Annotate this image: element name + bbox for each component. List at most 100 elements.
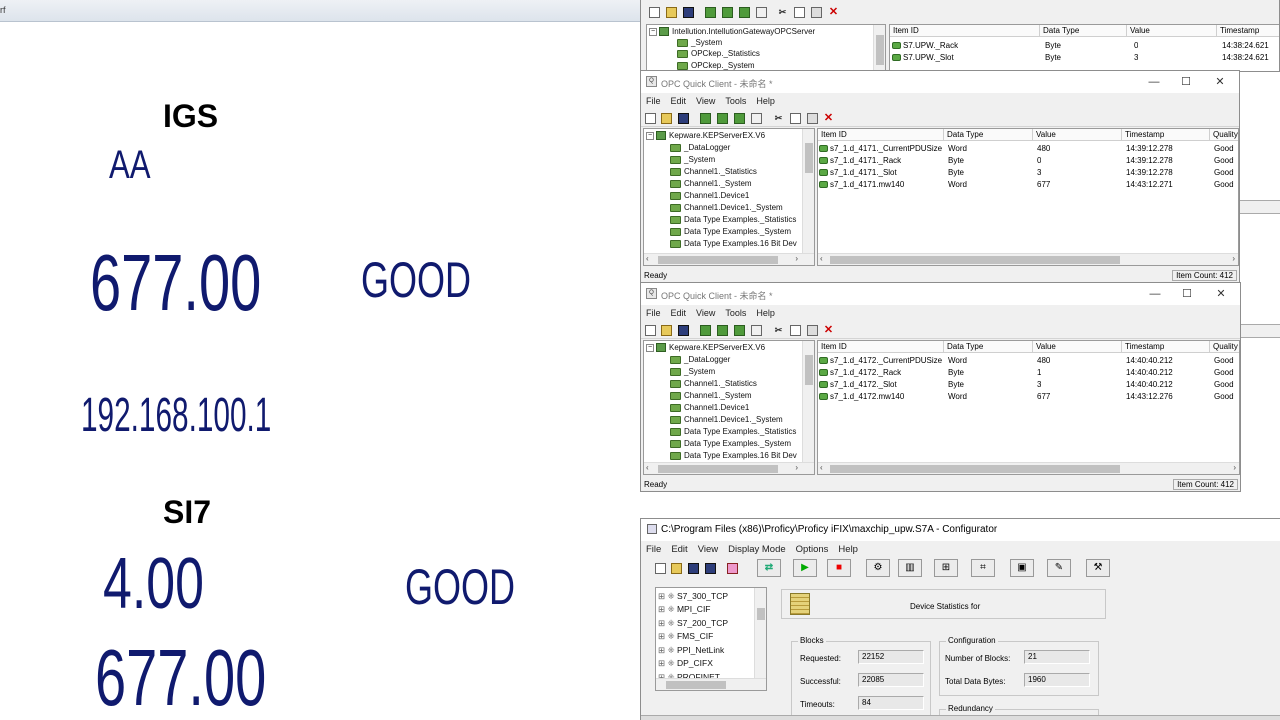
table-row[interactable]: s7_1.d_4172._Slot — [819, 379, 944, 391]
properties-icon[interactable] — [751, 325, 762, 336]
tree-item[interactable]: Data Type Examples._System — [670, 438, 791, 450]
add-item-icon[interactable] — [739, 7, 750, 18]
add-group-icon[interactable] — [717, 113, 728, 124]
tree-item-root[interactable]: − Kepware.KEPServerEX.V6 — [646, 342, 765, 354]
horizontal-scrollbar[interactable]: ‹ › — [644, 462, 814, 474]
channel-button[interactable]: ⊞ — [934, 559, 958, 577]
tree-item[interactable]: _DataLogger — [670, 142, 730, 154]
tree-item[interactable]: ⊞ ⁜ DP_CIFX — [658, 657, 713, 669]
copy-icon[interactable] — [794, 7, 805, 18]
paste-icon[interactable] — [807, 113, 818, 124]
table-row[interactable]: s7_1.d_4171.mw140 — [819, 179, 944, 191]
tree-item[interactable]: Channel1.Device1 — [670, 402, 749, 414]
table-row[interactable]: s7_1.d_4171._CurrentPDUSize — [819, 143, 944, 155]
new-icon[interactable] — [649, 7, 660, 18]
title-bar[interactable]: C:\Program Files (x86)\Proficy\Proficy i… — [641, 519, 1280, 541]
menu-file[interactable]: File — [641, 541, 666, 558]
menu-tools[interactable]: Tools — [720, 93, 751, 109]
tree-item[interactable]: ⊞ ⁜ MPI_CIF — [658, 603, 711, 615]
driver-tree-pane[interactable]: ⊞ ⁜ S7_300_TCP ⊞ ⁜ MPI_CIF ⊞ ⁜ S7_200_TC… — [655, 587, 767, 691]
open-icon[interactable] — [661, 113, 672, 124]
delete-icon[interactable]: ✕ — [823, 325, 834, 336]
tree-item[interactable]: _System — [670, 154, 715, 166]
menu-view[interactable]: View — [691, 93, 720, 109]
menu-options[interactable]: Options — [791, 541, 834, 558]
bg-tree-pane[interactable]: − Intellution.IntellutionGatewayOPCServer… — [646, 24, 886, 71]
table-row[interactable]: S7.UPW._Slot — [892, 52, 954, 64]
vertical-scrollbar[interactable] — [754, 588, 766, 680]
open-icon[interactable] — [671, 563, 682, 574]
device-button[interactable]: ⌗ — [971, 559, 995, 577]
save-icon[interactable] — [683, 7, 694, 18]
menu-edit[interactable]: Edit — [666, 93, 692, 109]
menu-view[interactable]: View — [693, 541, 723, 558]
cut-icon[interactable]: ✂ — [777, 7, 788, 18]
datablock-button[interactable]: ▣ — [1010, 559, 1034, 577]
start-button[interactable]: ▶ — [793, 559, 817, 577]
column-header-timestamp[interactable]: Timestamp — [1122, 129, 1210, 141]
menu-display-mode[interactable]: Display Mode — [723, 541, 791, 558]
column-header-data-type[interactable]: Data Type — [944, 129, 1033, 141]
horizontal-scrollbar[interactable]: ‹ › — [644, 253, 814, 265]
help-icon[interactable] — [727, 563, 738, 574]
server-tree-pane[interactable]: − Kepware.KEPServerEX.V6 _DataLogger _Sys… — [643, 128, 815, 266]
tree-item[interactable]: Channel1.Device1 — [670, 190, 749, 202]
add-server-icon[interactable] — [705, 7, 716, 18]
copy-icon[interactable] — [790, 113, 801, 124]
tree-item[interactable]: Channel1._Statistics — [670, 378, 757, 390]
item-list-pane[interactable]: Item ID Data Type Value Timestamp Qualit… — [817, 128, 1239, 266]
new-icon[interactable] — [645, 325, 656, 336]
configurator-window[interactable]: C:\Program Files (x86)\Proficy\Proficy i… — [640, 518, 1280, 720]
table-row[interactable]: s7_1.d_4172.mw140 — [819, 391, 944, 403]
tree-item[interactable]: Data Type Examples._System — [670, 226, 791, 238]
stop-button[interactable]: ■ — [827, 559, 851, 577]
tree-item[interactable]: ⊞ ⁜ PPI_NetLink — [658, 644, 724, 656]
maximize-button[interactable]: ☐ — [1172, 286, 1202, 302]
column-header-item-id[interactable]: Item ID — [818, 129, 944, 141]
save-icon[interactable] — [678, 325, 689, 336]
tree-item[interactable]: Channel1.Device1._System — [670, 414, 783, 426]
column-header-value[interactable]: Value — [1033, 341, 1122, 353]
tree-item[interactable]: Data Type Examples._Statistics — [670, 426, 796, 438]
tree-item[interactable]: Channel1.Device1._System — [670, 202, 783, 214]
save-as-icon[interactable] — [705, 563, 716, 574]
vertical-scrollbar[interactable] — [873, 25, 885, 71]
add-item-icon[interactable] — [734, 113, 745, 124]
vertical-scrollbar[interactable] — [802, 341, 814, 462]
column-header-value[interactable]: Value — [1033, 129, 1122, 141]
server-tree-pane[interactable]: − Kepware.KEPServerEX.V6 _DataLogger _Sys… — [643, 340, 815, 475]
minimize-button[interactable]: — — [1140, 286, 1170, 302]
menu-help[interactable]: Help — [751, 305, 780, 321]
table-row[interactable]: s7_1.d_4171._Slot — [819, 167, 944, 179]
new-icon[interactable] — [645, 113, 656, 124]
tree-item[interactable]: Channel1._System — [670, 178, 752, 190]
properties-button[interactable]: ⚒ — [1086, 559, 1110, 577]
item-list-pane[interactable]: Item ID Data Type Value Timestamp Qualit… — [817, 340, 1240, 475]
table-row[interactable]: s7_1.d_4171._Rack — [819, 155, 944, 167]
delete-icon[interactable]: ✕ — [828, 7, 839, 18]
table-row[interactable]: s7_1.d_4172._Rack — [819, 367, 944, 379]
add-group-icon[interactable] — [722, 7, 733, 18]
tree-item[interactable]: Channel1._System — [670, 390, 752, 402]
tree-item[interactable]: Channel1._Statistics — [670, 166, 757, 178]
diagnostics-button[interactable]: ⚙ — [866, 559, 890, 577]
tree-item[interactable]: − Intellution.IntellutionGatewayOPCServer — [649, 26, 815, 38]
edit-button[interactable]: ✎ — [1047, 559, 1071, 577]
opc-client-window-2[interactable]: Q OPC Quick Client - 未命名 * — ☐ ✕ File Edi… — [640, 282, 1241, 492]
vertical-scrollbar[interactable] — [802, 129, 814, 253]
column-header[interactable]: Timestamp — [1217, 25, 1279, 37]
tree-item[interactable]: Data Type Examples._Statistics — [670, 214, 796, 226]
save-icon[interactable] — [688, 563, 699, 574]
new-icon[interactable] — [655, 563, 666, 574]
delete-icon[interactable]: ✕ — [823, 113, 834, 124]
open-icon[interactable] — [666, 7, 677, 18]
column-header-data-type[interactable]: Data Type — [944, 341, 1033, 353]
tree-item-root[interactable]: − Kepware.KEPServerEX.V6 — [646, 130, 765, 142]
save-icon[interactable] — [678, 113, 689, 124]
maximize-button[interactable]: ☐ — [1171, 74, 1201, 90]
paste-icon[interactable] — [807, 325, 818, 336]
cut-icon[interactable]: ✂ — [773, 325, 784, 336]
column-header[interactable]: Value — [1127, 25, 1217, 37]
tree-item[interactable]: ⊞ ⁜ FMS_CIF — [658, 630, 713, 642]
column-header[interactable]: Item ID — [890, 25, 1040, 37]
